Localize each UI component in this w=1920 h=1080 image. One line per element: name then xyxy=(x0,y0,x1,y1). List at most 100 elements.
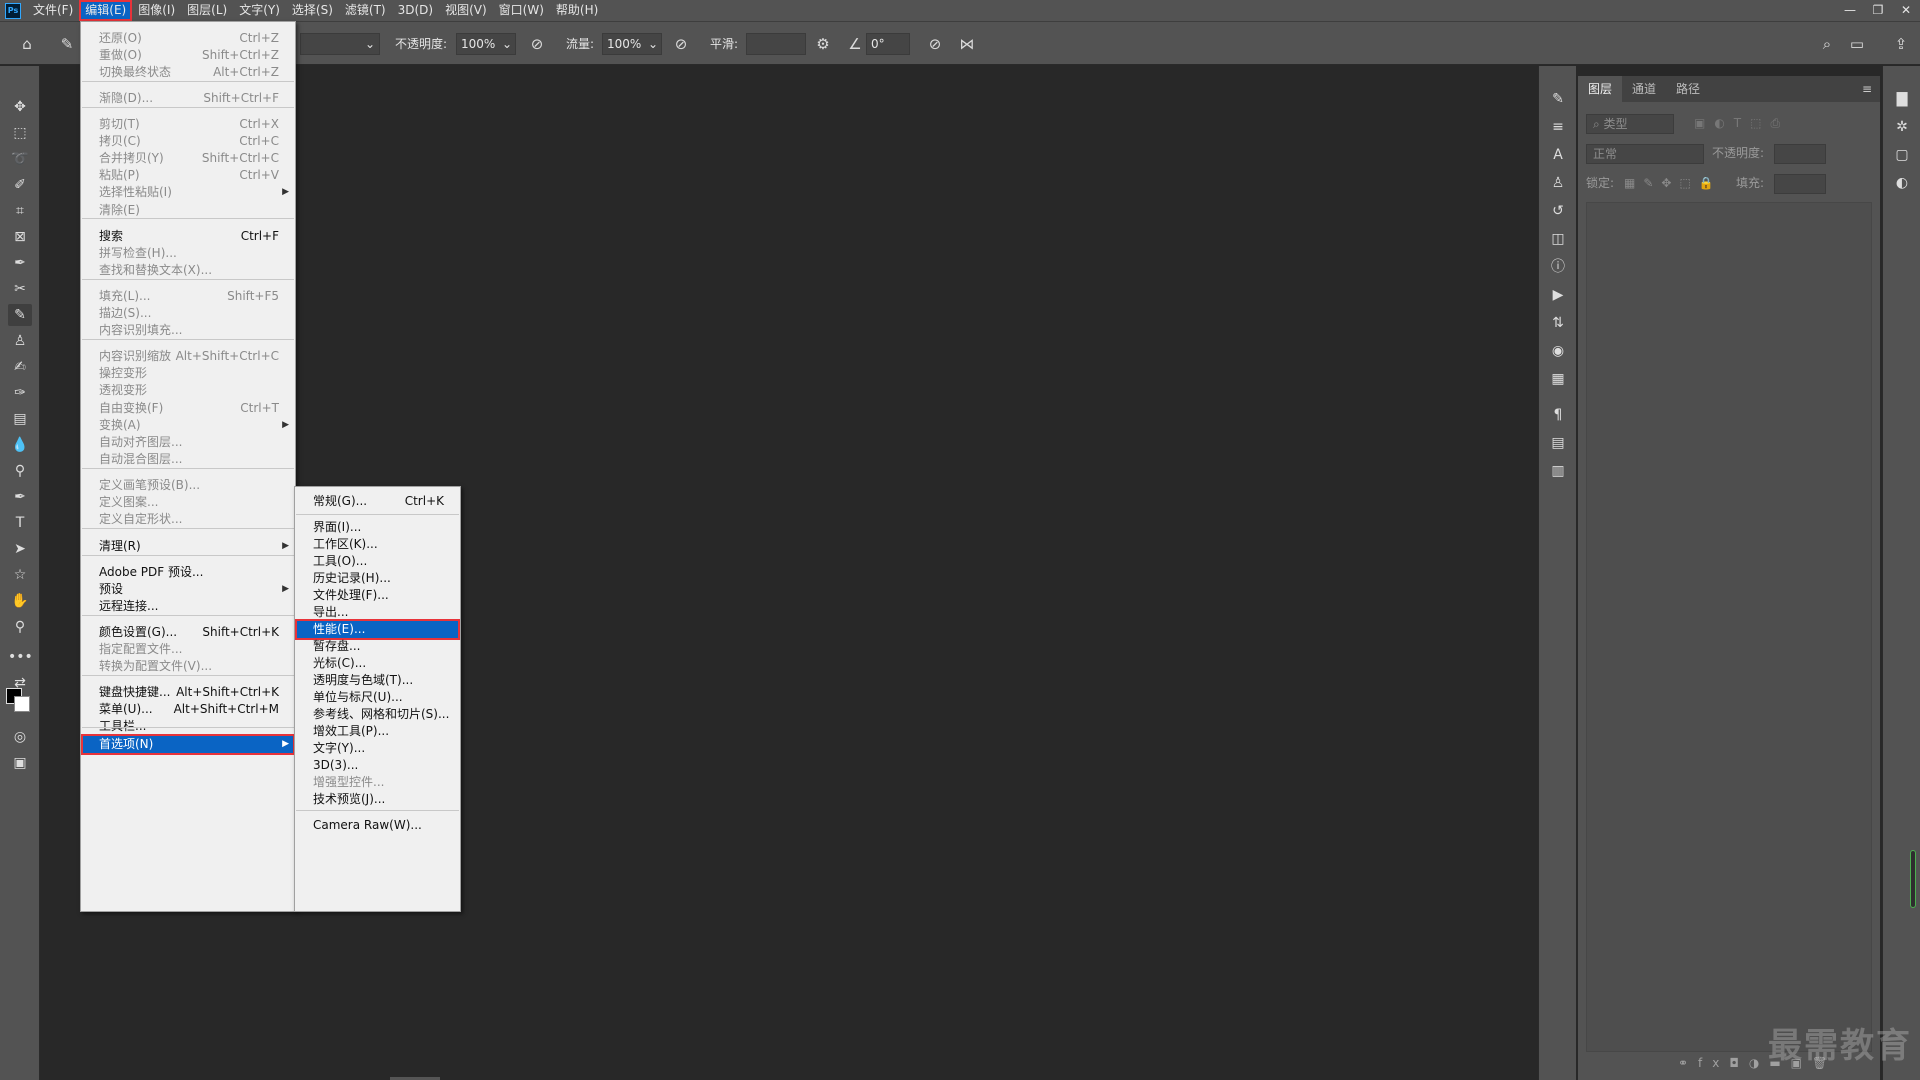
mode-dropdown[interactable]: ⌄ xyxy=(300,33,380,55)
gear-icon[interactable]: ⚙ xyxy=(812,33,834,55)
more-tools-icon[interactable]: ••• xyxy=(8,646,33,668)
symmetry-icon[interactable]: ⋈ xyxy=(956,33,978,55)
content-aware-fill-item[interactable]: 内容识别填充... xyxy=(81,320,295,341)
menu-item[interactable]: 滤镜(T) xyxy=(339,0,392,21)
navigator-icon[interactable]: ✲ xyxy=(1891,116,1913,138)
tab-layers[interactable]: 图层 xyxy=(1578,76,1623,102)
smoothing-input[interactable] xyxy=(746,33,806,55)
tab-channels[interactable]: 通道 xyxy=(1622,76,1666,102)
scroll-indicator[interactable] xyxy=(1910,850,1916,908)
menu-item[interactable]: 文件(F) xyxy=(27,0,79,21)
menu-item[interactable]: 图层(L) xyxy=(181,0,233,21)
define-shape-item[interactable]: 定义自定形状... xyxy=(81,509,295,530)
paragraph-icon[interactable]: ¶ xyxy=(1547,404,1569,426)
pressure-opacity-icon[interactable]: ⊘ xyxy=(526,33,548,55)
info-icon[interactable]: ⓘ xyxy=(1547,256,1569,278)
pref-camera-raw-item[interactable]: Camera Raw(W)... xyxy=(295,815,460,836)
background-color-swatch[interactable] xyxy=(14,696,30,712)
lasso-tool-icon[interactable]: ➰ xyxy=(8,148,32,170)
path-select-tool-icon[interactable]: ➤ xyxy=(8,538,32,560)
pref-tech-previews-item[interactable]: 技术预览(J)... xyxy=(295,789,460,810)
menu-item[interactable]: 选择(S) xyxy=(286,0,339,21)
angle-input[interactable]: 0° xyxy=(866,33,910,55)
type-tool-icon[interactable]: T xyxy=(8,512,32,534)
layers-list[interactable] xyxy=(1586,202,1872,1052)
stamp-tool-icon[interactable]: ♙ xyxy=(8,330,32,352)
blend-mode-dropdown[interactable]: 正常 xyxy=(1586,144,1704,164)
menu-item-label: 选择性粘贴(I) xyxy=(99,185,172,199)
menu-item-label: 查找和替换文本(X)... xyxy=(99,263,213,277)
find-replace-item[interactable]: 查找和替换文本(X)... xyxy=(81,260,295,281)
menu-item[interactable]: 文字(Y) xyxy=(233,0,286,21)
toggle-last-state-item[interactable]: 切换最终状态 Alt+Ctrl+Z xyxy=(81,62,295,83)
dodge-tool-icon[interactable]: ⚲ xyxy=(8,460,32,482)
airbrush-icon[interactable]: ⊘ xyxy=(670,33,692,55)
menu-item-label: 文字(Y)... xyxy=(313,741,366,755)
glyphs-icon[interactable]: ▤ xyxy=(1547,432,1569,454)
screen-mode-icon[interactable]: ▣ xyxy=(8,752,32,774)
share-icon[interactable]: ⇪ xyxy=(1890,33,1912,55)
gradient-tool-icon[interactable]: ▤ xyxy=(8,408,32,430)
hand-tool-icon[interactable]: ✋ xyxy=(8,590,32,612)
eyedropper-tool-icon[interactable]: ✒ xyxy=(8,252,32,274)
frame-tool-icon[interactable]: ⊠ xyxy=(8,226,32,248)
history-brush-tool-icon[interactable]: ✍ xyxy=(8,356,32,378)
zoom-tool-icon[interactable]: ⚲ xyxy=(8,616,32,638)
flow-input[interactable]: 100% ⌄ xyxy=(602,33,662,55)
timeline-icon[interactable]: ⇅ xyxy=(1547,312,1569,334)
notes-icon[interactable]: ▥ xyxy=(1547,460,1569,482)
purge-item[interactable]: 清理(R) ▶ xyxy=(81,536,295,557)
menu-item[interactable]: 帮助(H) xyxy=(550,0,604,21)
pref-general-item[interactable]: 常规(G)... Ctrl+K xyxy=(295,491,460,512)
character-icon[interactable]: A xyxy=(1547,144,1569,166)
opacity-field[interactable] xyxy=(1774,144,1826,164)
filter-icons[interactable]: ▣◐T⬚⎙ xyxy=(1694,112,1789,134)
remote-connections-item[interactable]: 远程连接... xyxy=(81,596,295,617)
clone-source-icon[interactable]: ♙ xyxy=(1547,172,1569,194)
table-icon[interactable]: ▦ xyxy=(1547,368,1569,390)
pressure-size-icon[interactable]: ⊘ xyxy=(924,33,946,55)
color-icon[interactable]: ◐ xyxy=(1891,172,1913,194)
quick-mask-icon[interactable]: ◎ xyxy=(8,726,32,748)
marquee-tool-icon[interactable]: ⬚ xyxy=(8,122,32,144)
eraser-tool-icon[interactable]: ✑ xyxy=(8,382,32,404)
restore-button[interactable]: ❐ xyxy=(1864,0,1892,21)
convert-profile-item[interactable]: 转换为配置文件(V)... xyxy=(81,656,295,677)
home-icon[interactable]: ⌂ xyxy=(16,33,38,55)
blur-tool-icon[interactable]: 💧 xyxy=(8,434,32,456)
close-button[interactable]: ✕ xyxy=(1892,0,1920,21)
history-icon[interactable]: ↺ xyxy=(1547,200,1569,222)
quick-select-tool-icon[interactable]: ✐ xyxy=(8,174,32,196)
histogram-icon[interactable]: ▇ xyxy=(1891,88,1913,110)
shape-tool-icon[interactable]: ☆ xyxy=(8,564,32,586)
workspace-icon[interactable]: ▭ xyxy=(1846,33,1868,55)
healing-tool-icon[interactable]: ✂ xyxy=(8,278,32,300)
adjustments-icon[interactable]: ≡ xyxy=(1547,116,1569,138)
libraries-icon[interactable]: ▢ xyxy=(1891,144,1913,166)
brush-settings-icon[interactable]: ✎ xyxy=(1547,88,1569,110)
menu-item[interactable]: 编辑(E) xyxy=(79,0,133,21)
3d-icon[interactable]: ◉ xyxy=(1547,340,1569,362)
opacity-input[interactable]: 100% ⌄ xyxy=(456,33,516,55)
brush-tool-icon[interactable]: ✎ xyxy=(8,304,32,326)
preferences-item[interactable]: 首选项(N) ▶ xyxy=(81,734,295,755)
brush-preset-icon[interactable]: ✎ xyxy=(56,33,78,55)
search-icon[interactable]: ⌕ xyxy=(1816,33,1838,55)
menu-item[interactable]: 图像(I) xyxy=(132,0,181,21)
properties-icon[interactable]: ◫ xyxy=(1547,228,1569,250)
auto-blend-layers-item[interactable]: 自动混合图层... xyxy=(81,449,295,470)
crop-tool-icon[interactable]: ⌗ xyxy=(8,200,32,222)
layer-filter-dropdown[interactable]: ⌕ 类型 xyxy=(1586,114,1674,134)
menu-item[interactable]: 窗口(W) xyxy=(493,0,550,21)
fill-field[interactable] xyxy=(1774,174,1826,194)
panel-menu-icon[interactable]: ≡ xyxy=(1862,76,1880,102)
tab-paths[interactable]: 路径 xyxy=(1666,76,1710,102)
actions-icon[interactable]: ▶ xyxy=(1547,284,1569,306)
pen-tool-icon[interactable]: ✒ xyxy=(8,486,32,508)
menu-item[interactable]: 视图(V) xyxy=(439,0,493,21)
menu-item[interactable]: 3D(D) xyxy=(392,0,439,21)
minimize-button[interactable]: — xyxy=(1836,0,1864,21)
fade-item[interactable]: 渐隐(D)... Shift+Ctrl+F xyxy=(81,88,295,109)
move-tool-icon[interactable]: ✥ xyxy=(8,96,32,118)
lock-icons[interactable]: ▦✎✥⬚🔒 xyxy=(1624,172,1722,194)
